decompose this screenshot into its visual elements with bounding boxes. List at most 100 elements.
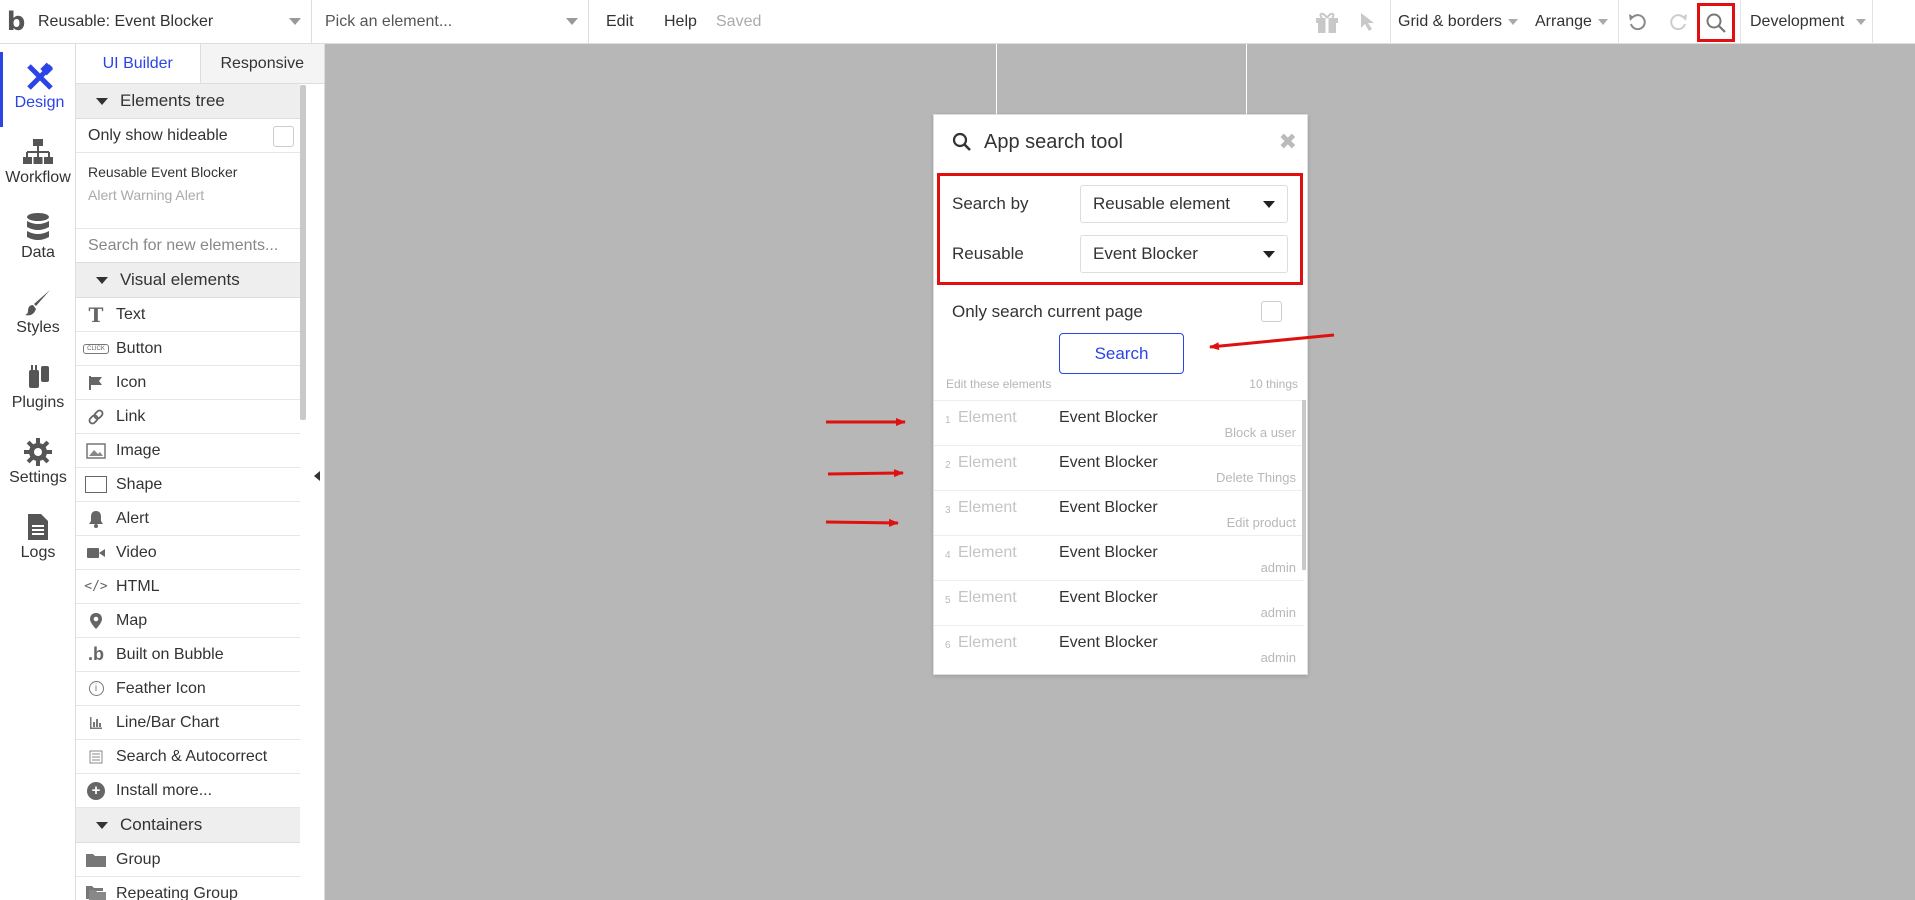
page-selector-label: Reusable: Event Blocker bbox=[38, 13, 214, 30]
reusable-dropdown[interactable]: Event Blocker bbox=[1080, 235, 1288, 273]
result-name: Event Blocker bbox=[1059, 634, 1158, 651]
element-label: HTML bbox=[116, 577, 160, 595]
nav-label: Plugins bbox=[11, 394, 65, 411]
result-row[interactable]: 3 Element Event Blocker Edit product bbox=[934, 491, 1304, 536]
element-repeating-group[interactable]: Repeating Group bbox=[76, 877, 300, 900]
results-count: 10 things bbox=[1249, 377, 1298, 391]
tab-responsive[interactable]: Responsive bbox=[200, 44, 324, 83]
element-image[interactable]: Image bbox=[76, 434, 300, 468]
search-icon[interactable] bbox=[1697, 3, 1735, 42]
tree-item-reusable[interactable]: Reusable Event Blocker bbox=[88, 161, 288, 184]
element-map[interactable]: Map bbox=[76, 604, 300, 638]
search-elements-input[interactable]: Search for new elements... bbox=[76, 229, 300, 263]
result-number: 4 bbox=[945, 550, 951, 561]
element-search-autocorrect[interactable]: Search & Autocorrect bbox=[76, 740, 300, 774]
element-label: Search & Autocorrect bbox=[116, 747, 268, 765]
result-context: admin bbox=[1260, 560, 1296, 575]
result-name: Event Blocker bbox=[1059, 544, 1158, 561]
visual-elements-header[interactable]: Visual elements bbox=[76, 263, 300, 298]
video-icon bbox=[76, 546, 116, 560]
collapse-triangle-icon bbox=[96, 97, 108, 105]
element-group[interactable]: Group bbox=[76, 843, 300, 877]
database-icon bbox=[0, 202, 76, 242]
gift-icon[interactable] bbox=[1312, 0, 1342, 44]
result-type: Element bbox=[958, 634, 1017, 651]
element-label: Button bbox=[116, 339, 163, 357]
chevron-down-icon bbox=[1856, 19, 1867, 25]
element-label: Built on Bubble bbox=[116, 645, 224, 663]
chevron-down-icon bbox=[1508, 19, 1519, 25]
element-label: Line/Bar Chart bbox=[116, 713, 220, 731]
result-row[interactable]: 2 Element Event Blocker Delete Things bbox=[934, 446, 1304, 491]
result-name: Event Blocker bbox=[1059, 589, 1158, 606]
close-icon[interactable]: ✖ bbox=[1279, 129, 1297, 155]
results-caption: Edit these elements bbox=[946, 377, 1052, 391]
element-video[interactable]: Video bbox=[76, 536, 300, 570]
annotation-arrow bbox=[827, 469, 904, 478]
result-type: Element bbox=[958, 544, 1017, 561]
page-selector[interactable]: Reusable: Event Blocker bbox=[30, 0, 312, 44]
nav-settings[interactable]: Settings bbox=[0, 427, 76, 502]
element-icon[interactable]: Icon bbox=[76, 366, 300, 400]
result-type: Element bbox=[958, 589, 1017, 606]
folders-icon bbox=[76, 885, 116, 900]
redo-icon[interactable] bbox=[1663, 0, 1693, 44]
element-line-bar-chart[interactable]: Line/Bar Chart bbox=[76, 706, 300, 740]
plus-circle-icon: + bbox=[76, 781, 116, 800]
undo-icon[interactable] bbox=[1623, 0, 1653, 44]
nav-logs[interactable]: Logs bbox=[0, 502, 76, 577]
element-button[interactable]: CLICK Button bbox=[76, 332, 300, 366]
nav-workflow[interactable]: Workflow bbox=[0, 127, 76, 202]
only-current-page-checkbox[interactable] bbox=[1261, 301, 1282, 322]
element-alert[interactable]: Alert bbox=[76, 502, 300, 536]
nav-data[interactable]: Data bbox=[0, 202, 76, 277]
result-row[interactable]: 4 Element Event Blocker admin bbox=[934, 536, 1304, 581]
tree-item-alert[interactable]: Alert Warning Alert bbox=[88, 184, 288, 207]
pointer-icon[interactable] bbox=[1354, 0, 1384, 44]
grid-borders-menu[interactable]: Grid & borders bbox=[1398, 0, 1519, 44]
result-row[interactable]: 5 Element Event Blocker admin bbox=[934, 581, 1304, 626]
element-html[interactable]: </> HTML bbox=[76, 570, 300, 604]
result-row[interactable]: 1 Element Event Blocker Block a user bbox=[934, 401, 1304, 446]
collapse-panel-icon[interactable] bbox=[311, 462, 323, 490]
menu-edit[interactable]: Edit bbox=[606, 0, 634, 44]
containers-header[interactable]: Containers bbox=[76, 808, 300, 843]
element-feather-icon[interactable]: i Feather Icon bbox=[76, 672, 300, 706]
search-by-row: Search by Reusable element bbox=[952, 185, 1292, 223]
element-install-more[interactable]: + Install more... bbox=[76, 774, 300, 808]
environment-menu[interactable]: Development bbox=[1750, 0, 1867, 44]
element-built-on-bubble[interactable]: .b Built on Bubble bbox=[76, 638, 300, 672]
section-title: Elements tree bbox=[120, 91, 225, 110]
nav-design[interactable]: Design bbox=[0, 52, 76, 127]
collapse-triangle-icon bbox=[96, 821, 108, 829]
dialog-title: App search tool bbox=[984, 130, 1123, 153]
only-hideable-label: Only show hideable bbox=[88, 126, 228, 144]
bubble-logo-icon: .b bbox=[88, 644, 104, 664]
elements-tree: Reusable Event Blocker Alert Warning Ale… bbox=[76, 153, 300, 229]
element-label: Image bbox=[116, 441, 161, 459]
canvas-guide-line bbox=[996, 44, 997, 114]
canvas-guide-line bbox=[1246, 44, 1247, 114]
element-picker[interactable]: Pick an element... bbox=[312, 0, 589, 44]
search-by-dropdown[interactable]: Reusable element bbox=[1080, 185, 1288, 223]
results-scrollbar[interactable] bbox=[1302, 400, 1306, 570]
button-icon: CLICK bbox=[76, 343, 116, 354]
collapse-triangle-icon bbox=[96, 276, 108, 284]
nav-plugins[interactable]: Plugins bbox=[0, 352, 76, 427]
element-text[interactable]: T Text bbox=[76, 298, 300, 332]
nav-label: Workflow bbox=[5, 169, 71, 186]
menu-help[interactable]: Help bbox=[664, 0, 697, 44]
nav-styles[interactable]: Styles bbox=[0, 277, 76, 352]
result-row[interactable]: 6 Element Event Blocker admin bbox=[934, 626, 1304, 670]
element-shape[interactable]: Shape bbox=[76, 468, 300, 502]
only-hideable-checkbox[interactable] bbox=[273, 126, 294, 147]
bubble-logo[interactable]: b bbox=[2, 0, 30, 44]
reusable-label: Reusable bbox=[952, 244, 1024, 263]
tab-ui-builder[interactable]: UI Builder bbox=[76, 44, 201, 83]
search-button[interactable]: Search bbox=[1059, 333, 1184, 374]
element-link[interactable]: Link bbox=[76, 400, 300, 434]
arrange-menu[interactable]: Arrange bbox=[1535, 0, 1608, 44]
panel-scrollbar[interactable] bbox=[300, 85, 306, 420]
elements-tree-header[interactable]: Elements tree bbox=[76, 84, 300, 119]
element-picker-label: Pick an element... bbox=[325, 13, 453, 30]
